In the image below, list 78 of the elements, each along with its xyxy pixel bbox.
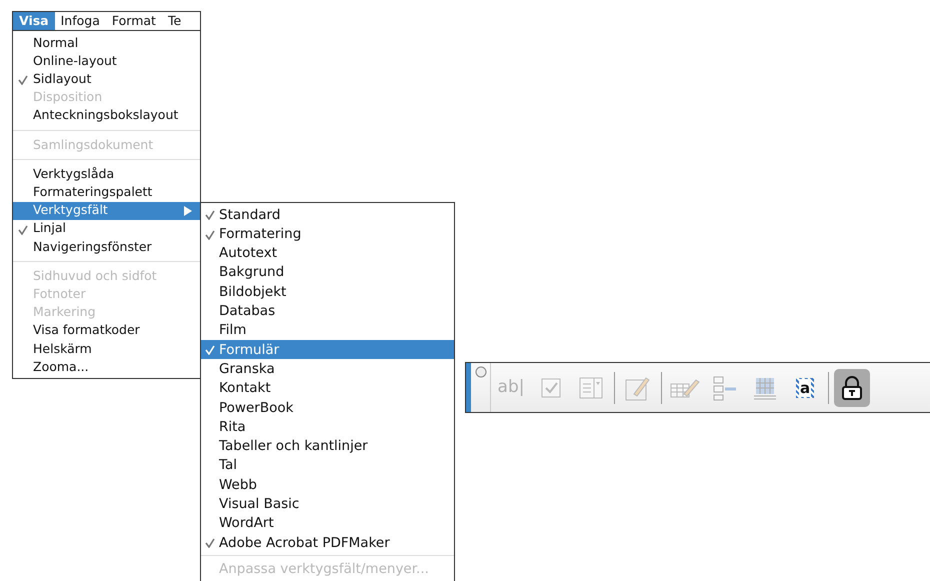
menu-item-label: Webb — [219, 476, 258, 495]
menu-item[interactable]: Normal — [13, 34, 200, 52]
menu-item[interactable]: Bildobjekt — [201, 282, 454, 302]
menu-item[interactable]: Kontakt — [201, 378, 454, 398]
menu-item[interactable]: Formulär — [201, 340, 454, 360]
menu-item[interactable]: Navigeringsfönster — [13, 238, 200, 256]
menu-item[interactable]: Bakgrund — [201, 262, 454, 282]
menu-item[interactable]: Adobe Acrobat PDFMaker — [201, 533, 454, 552]
menu-bar-item[interactable]: Te — [162, 12, 188, 30]
menu-item[interactable]: Tabeller och kantlinjer — [201, 436, 454, 456]
menu-item[interactable]: Rita — [201, 417, 454, 437]
menu-item[interactable]: Visa formatkoder — [13, 322, 200, 340]
menu-item[interactable]: Tal — [201, 456, 454, 476]
menu-item-label: Film — [219, 321, 248, 340]
menu-item[interactable]: Standard — [201, 205, 454, 224]
checkbox-icon — [541, 378, 561, 398]
menu-item[interactable]: Helskärm — [13, 340, 200, 358]
menu-item-label: Tal — [219, 456, 238, 476]
menu-item-label: Visual Basic — [219, 494, 300, 514]
menu-item-label: Standard — [219, 206, 282, 225]
menu-bar-item[interactable]: Infoga — [54, 12, 106, 30]
padlock-button[interactable] — [834, 368, 870, 406]
menu-item-label: Linjal — [33, 219, 67, 238]
menu-item-label: Disposition — [33, 88, 104, 106]
menu-bar-item[interactable]: Visa — [13, 12, 55, 30]
menu-item-label: Anteckningsbokslayout — [33, 106, 180, 124]
menu-item-label: Sidhuvud och sidfot — [33, 266, 158, 285]
menu-item[interactable]: Anteckningsbokslayout — [13, 106, 200, 125]
menu-item-label: Formatering — [219, 224, 302, 244]
menu-item-label: Formateringspalett — [33, 183, 154, 202]
menu-item[interactable]: Databas — [201, 301, 454, 321]
menu-item-label: Kontakt — [219, 379, 272, 398]
menu-item-label: Databas — [219, 302, 276, 322]
list-box-icon — [579, 376, 603, 398]
padlock-icon — [841, 376, 863, 400]
menu-item[interactable]: Zooma... — [13, 358, 200, 376]
menu-item-label: Verktygsfält — [33, 201, 109, 220]
menu-item[interactable]: Film — [201, 320, 454, 340]
menu-item[interactable]: Granska — [201, 359, 454, 379]
menu-item-label: Autotext — [219, 244, 278, 264]
menu-item-label: Formulär — [219, 340, 280, 360]
menu-item[interactable]: Webb — [201, 475, 454, 494]
menu-item-label: Tabeller och kantlinjer — [219, 437, 369, 456]
menu-item[interactable]: WordArt — [201, 514, 454, 534]
frame-icon — [712, 374, 738, 400]
menu-item[interactable]: Online-layout — [13, 52, 200, 70]
menu-item-label: PowerBook — [219, 398, 294, 418]
menu-item[interactable]: Formatering — [201, 224, 454, 244]
menu-item-label: Online-layout — [33, 52, 118, 70]
menu-item[interactable]: Verktygslåda — [13, 165, 200, 184]
menu-item-label: Fotnoter — [33, 284, 87, 303]
menu-item-label: Bildobjekt — [219, 282, 288, 302]
menu-item-label: Rita — [219, 418, 247, 437]
menu-item-label: Anpassa verktygsfält/menyer... — [219, 560, 430, 579]
menu-item-label: WordArt — [219, 514, 275, 534]
close-icon[interactable] — [474, 366, 486, 378]
menu-item[interactable]: Formateringspalett — [13, 183, 200, 202]
menu-item[interactable]: Sidlayout — [13, 70, 200, 89]
menu-item-label: Granska — [219, 360, 276, 379]
menu-item-label: Samlingsdokument — [33, 136, 154, 154]
menu-item-label: Markering — [33, 303, 97, 322]
menu-item[interactable]: Visual Basic — [201, 494, 454, 514]
menu-item-label: Visa formatkoder — [33, 321, 141, 340]
menu-item-label: Navigeringsfönster — [33, 238, 153, 256]
menu-item[interactable]: Verktygsfält — [13, 202, 200, 220]
shading-letter-button[interactable]: a — [787, 368, 823, 406]
menu-item-label: Helskärm — [33, 340, 93, 358]
menu-item-label: Bakgrund — [219, 263, 286, 282]
menu-item-label: Normal — [33, 34, 80, 52]
menu-bar-item[interactable]: Format — [106, 12, 162, 30]
menu-item-label: Sidlayout — [33, 70, 92, 88]
menu-item-label: Zooma... — [33, 358, 90, 376]
menu-item-label: Adobe Acrobat PDFMaker — [219, 534, 391, 553]
menu-item[interactable]: Autotext — [201, 244, 454, 263]
menu-item[interactable]: PowerBook — [201, 398, 454, 418]
submenu-arrow-icon — [184, 206, 192, 216]
menu-item-label: Verktygslåda — [33, 164, 116, 183]
menu-item[interactable]: Linjal — [13, 220, 200, 238]
